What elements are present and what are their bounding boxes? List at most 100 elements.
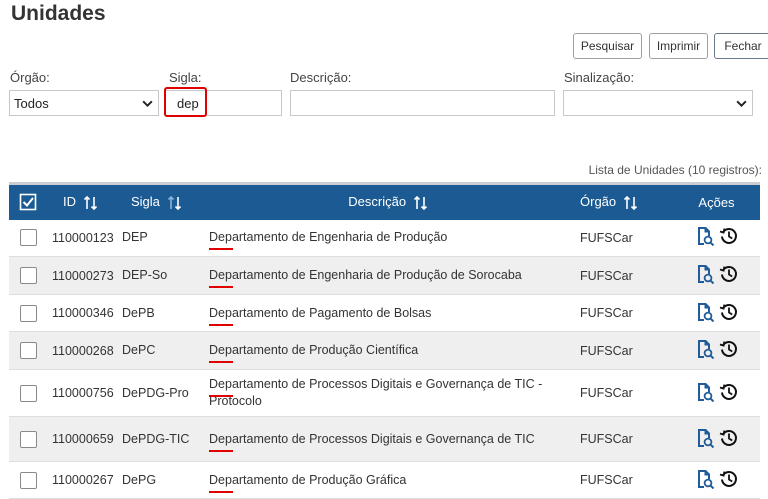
row-checkbox[interactable] [19,304,37,322]
row-actions [673,302,760,325]
row-orgao: FUFSCar [580,432,633,446]
column-header-orgao[interactable]: Órgão [578,184,673,220]
row-descricao-text: artamento de Engenharia de Produção [231,230,448,245]
history-icon [719,340,737,357]
descricao-input[interactable] [290,90,555,116]
consult-button[interactable] [695,226,715,249]
history-button[interactable] [719,264,739,287]
row-checkbox[interactable] [19,342,37,359]
column-header-id[interactable]: ID [47,184,122,220]
row-sigla: DEP-So [122,268,168,282]
row-id: 110000123 [52,230,114,245]
row-orgao: FUFSCar [580,343,633,358]
row-descricao: Departamento de Processos Digitais e Gov… [199,370,578,417]
column-header-sigla[interactable]: Sigla [122,184,199,220]
orgao-label: Órgão: [10,70,50,85]
sigla-label: Sigla: [169,70,202,85]
print-button[interactable]: Imprimir [649,33,708,59]
history-icon [719,429,737,446]
consult-button[interactable] [695,264,715,287]
row-descricao: Departamento de Produção Científica [199,332,578,370]
match-highlight: Dep [209,431,233,452]
search-button[interactable]: Pesquisar [573,33,642,59]
consult-button[interactable] [695,428,715,451]
consult-button[interactable] [695,302,715,325]
select-all-toggle[interactable] [9,184,47,220]
sort-icon [413,195,427,210]
row-sigla: DePG [122,472,157,487]
row-orgao: FUFSCar [580,268,633,283]
row-descricao: Departamento de Engenharia de Produção d… [199,257,578,295]
select-all-icon [19,193,37,211]
row-sigla: DePDG-TIC [122,431,190,446]
row-descricao-text: artamento de Engenharia de Produção de S… [231,268,522,282]
row-sigla: DePC [122,343,156,357]
history-button[interactable] [719,226,739,249]
consult-document-icon [697,428,714,448]
table-row[interactable]: 110000273 DEP-So Departamento de Engenhari… [9,256,760,295]
row-id: 110000346 [52,306,114,320]
history-button[interactable] [719,302,739,325]
history-button[interactable] [719,428,739,451]
table-row[interactable]: 110000123 DEP Departamento de Engenharia d… [9,220,760,257]
row-id: 110000273 [52,268,114,283]
row-descricao-text: artamento de Pagamento de Bolsas [231,305,432,320]
consult-button[interactable] [695,469,715,492]
match-highlight: Dep [209,305,233,326]
history-icon [719,383,737,400]
row-checkbox[interactable] [19,384,37,402]
history-button[interactable] [719,382,739,405]
match-highlight: Dep [209,268,233,288]
chevron-down-icon [736,100,747,108]
row-actions [673,469,760,492]
table-row[interactable]: 110000659 DePDG-TIC Departamento de Proces… [9,416,760,462]
table-row[interactable]: 110000756 DePDG-Pro Departamento de Proces… [9,370,760,417]
orgao-select[interactable]: Todos [9,90,159,116]
row-descricao: Departamento de Pagamento de Bolsas [199,295,578,332]
row-id: 110000756 [52,386,114,400]
consult-button[interactable] [695,382,715,405]
consult-button[interactable] [695,339,715,362]
row-checkbox[interactable] [19,267,37,284]
table-row[interactable]: 110000267 DePG Departamento de Produção Gr… [9,462,760,499]
row-descricao: Departamento de Produção Gráfica [199,462,578,499]
row-checkbox[interactable] [19,229,37,247]
history-button[interactable] [719,339,739,362]
table-row[interactable]: 110000268 DePC Departamento de Produção Ci… [9,331,760,370]
row-descricao-text: artamento de Processos Digitais e Govern… [231,431,535,446]
row-orgao: FUFSCar [580,473,633,487]
consult-document-icon [697,302,714,322]
sinalizacao-select[interactable] [563,90,753,116]
match-highlight: Dep [209,472,233,493]
column-header-descricao[interactable]: Descrição [199,184,578,220]
row-orgao: FUFSCar [580,306,633,320]
sort-icon [167,195,181,210]
units-table: ID Sigla Descrição Órgão Ações 110000123… [9,182,760,499]
row-orgao: FUFSCar [580,230,633,245]
table-row[interactable]: 110000346 DePB Departamento de Pagamento d… [9,295,760,332]
page: Unidades Pesquisar Imprimir Fechar Órgão… [0,0,768,499]
history-button[interactable] [719,469,739,492]
sort-icon [83,195,97,210]
row-descricao-text: artamento de Produção Científica [231,343,419,357]
row-descricao: Departamento de Processos Digitais e Gov… [199,417,578,462]
descricao-label: Descrição: [290,70,352,85]
table-header: ID Sigla Descrição Órgão Ações [9,183,760,220]
row-sigla: DEP [122,230,148,245]
row-actions [673,428,760,451]
row-actions [673,382,760,405]
row-sigla: DePB [122,305,155,320]
chevron-down-icon [142,100,153,108]
table-body: 110000123 DEP Departamento de Engenharia d… [9,220,760,499]
match-highlight: Dep [209,343,233,363]
row-descricao-text: artamento de Processos Digitais e Govern… [209,377,543,408]
sort-icon [623,195,637,210]
record-count: Lista de Unidades (10 registros): [588,163,762,177]
row-checkbox[interactable] [19,471,37,489]
close-button[interactable]: Fechar [714,33,768,59]
row-id: 110000659 [52,432,114,446]
row-actions [673,264,760,287]
match-highlight: Dep [209,230,233,251]
sigla-highlight [164,87,207,117]
row-checkbox[interactable] [19,430,37,448]
